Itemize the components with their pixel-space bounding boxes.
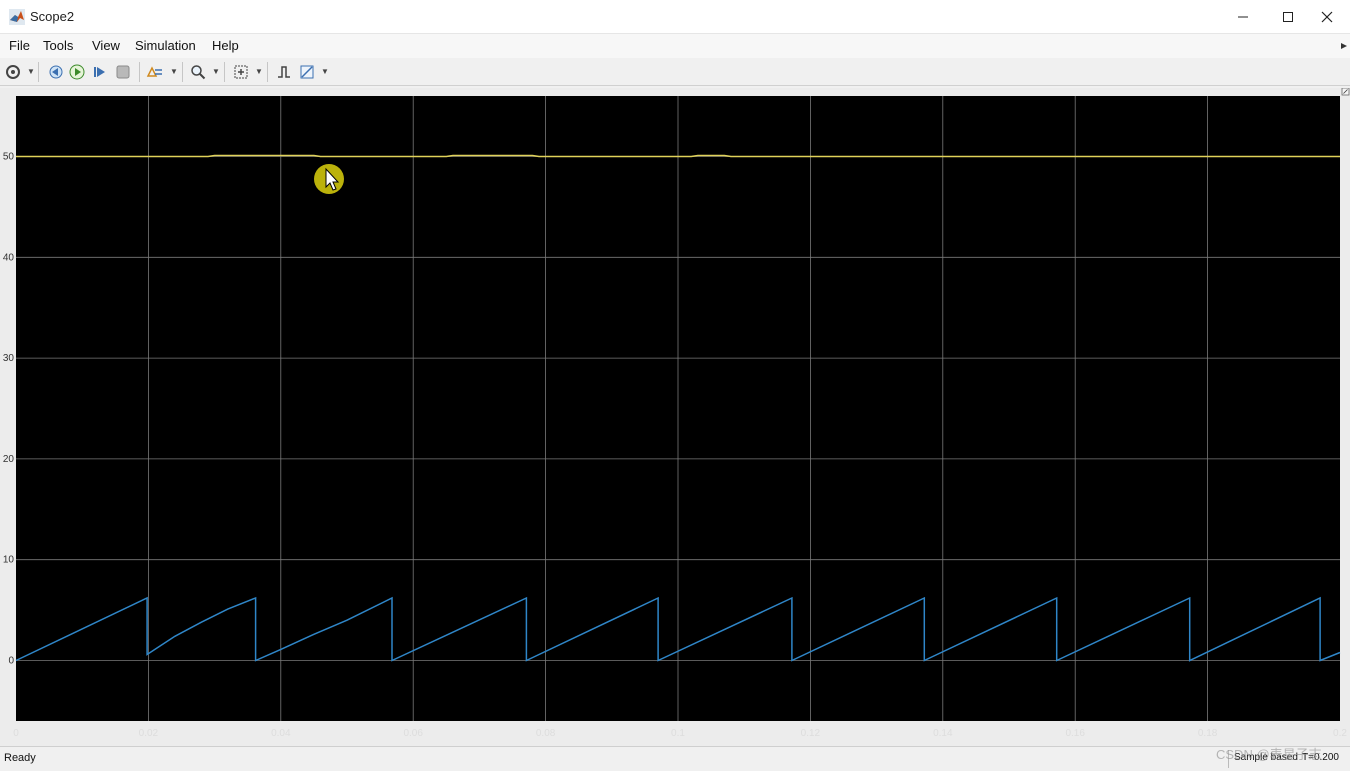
x-tick-label: 0 — [13, 728, 19, 739]
zoom-icon — [191, 65, 206, 80]
menu-file[interactable]: File — [9, 38, 30, 53]
step-back-icon — [49, 65, 63, 79]
expand-corner-icon[interactable] — [1341, 87, 1350, 96]
mouse-cursor — [314, 164, 344, 194]
highlight-dropdown-icon[interactable]: ▼ — [170, 67, 178, 76]
highlight-icon — [146, 66, 162, 77]
x-tick-label: 0.08 — [536, 728, 556, 739]
scale-axes-dropdown-icon[interactable]: ▼ — [255, 67, 263, 76]
y-tick-label: 40 — [3, 252, 15, 263]
status-ready: Ready — [4, 752, 36, 764]
close-button[interactable] — [1304, 0, 1350, 34]
menu-help[interactable]: Help — [212, 38, 239, 53]
x-tick-labels: 0 0.02 0.04 0.06 0.08 0.1 0.12 0.14 0.16 0.18 0.2 — [13, 728, 1347, 739]
menu-tools[interactable]: Tools — [43, 38, 73, 53]
menu-simulation[interactable]: Simulation — [135, 38, 196, 53]
zoom-dropdown-icon[interactable]: ▼ — [212, 67, 220, 76]
menu-bar: File Tools View Simulation Help — [0, 34, 1350, 58]
status-bar: Ready Sample based T=0.200 — [0, 746, 1350, 771]
window-title: Scope2 — [30, 9, 75, 24]
settings-dropdown-icon[interactable]: ▼ — [27, 67, 35, 76]
zoom-button[interactable] — [189, 63, 207, 81]
scope-display: 0 0.02 0.04 0.06 0.08 0.1 0.12 0.14 0.16 0.18 0.2 … — [0, 87, 1350, 746]
x-tick-label: 0.06 — [403, 728, 423, 739]
x-tick-label: 0.16 — [1065, 728, 1085, 739]
menu-dock-arrow-icon[interactable] — [1341, 43, 1347, 49]
x-tick-label: 0.2 — [1333, 728, 1347, 739]
y-tick-label: 30 — [3, 353, 15, 364]
y-tick-label: 20 — [3, 454, 15, 465]
triggers-icon — [278, 66, 290, 78]
toolbar-separator — [267, 62, 268, 82]
title-bar: Scope2 — [0, 0, 1350, 34]
scale-axes-icon — [234, 65, 248, 79]
x-tick-label: 0.1 — [671, 728, 685, 739]
toolbar-separator — [224, 62, 225, 82]
cursor-measurements-icon — [300, 65, 314, 79]
settings-button[interactable] — [4, 63, 22, 81]
scope-plot[interactable]: 0 0.02 0.04 0.06 0.08 0.1 0.12 0.14 0.16 0.18 0.2 … — [0, 87, 1350, 746]
watermark: CSDN @表星子志 — [1216, 747, 1322, 762]
toolbar: ▼ ▼ ▼ ▼ ▼ — [0, 58, 1350, 86]
y-tick-labels: 0 10 20 30 40 50 — [3, 151, 15, 666]
scale-axes-button[interactable] — [232, 63, 250, 81]
minimize-icon — [1238, 16, 1248, 18]
matlab-logo-icon — [9, 9, 25, 25]
x-tick-label: 0.02 — [139, 728, 159, 739]
x-tick-label: 0.04 — [271, 728, 291, 739]
cursor-measurements-dropdown-icon[interactable]: ▼ — [321, 67, 329, 76]
toolbar-separator — [182, 62, 183, 82]
cursor-measurements-button[interactable] — [298, 63, 316, 81]
close-icon — [1321, 11, 1333, 23]
run-button[interactable] — [68, 63, 86, 81]
y-tick-label: 0 — [8, 656, 14, 667]
y-tick-label: 10 — [3, 555, 15, 566]
step-forward-button[interactable] — [91, 63, 109, 81]
settings-icon — [6, 65, 20, 79]
x-tick-label: 0.14 — [933, 728, 953, 739]
triggers-button[interactable] — [275, 63, 293, 81]
x-tick-label: 0.18 — [1198, 728, 1218, 739]
x-tick-label: 0.12 — [801, 728, 821, 739]
run-icon — [69, 64, 85, 80]
menu-view[interactable]: View — [92, 38, 120, 53]
maximize-icon — [1283, 12, 1293, 22]
step-back-button[interactable] — [46, 63, 64, 81]
y-tick-label: 50 — [3, 151, 15, 162]
toolbar-separator — [139, 62, 140, 82]
stop-button[interactable] — [114, 63, 132, 81]
toolbar-separator — [38, 62, 39, 82]
stop-icon — [116, 65, 130, 79]
minimize-button[interactable] — [1220, 0, 1266, 34]
step-forward-icon — [94, 67, 105, 77]
highlight-button[interactable] — [146, 63, 164, 81]
